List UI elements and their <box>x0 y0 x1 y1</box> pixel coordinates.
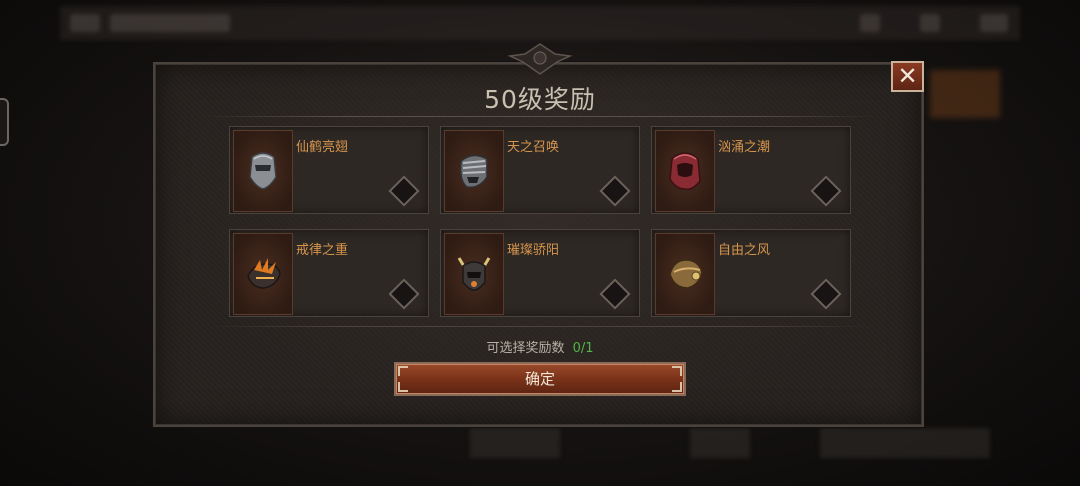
corner-ornament <box>672 366 682 376</box>
reward-card[interactable]: 自由之风 <box>651 229 851 317</box>
reward-card[interactable]: 戒律之重 <box>229 229 429 317</box>
close-icon: ✕ <box>897 62 918 90</box>
select-checkbox[interactable] <box>599 278 631 310</box>
reward-icon-frame <box>655 233 715 315</box>
select-checkbox[interactable] <box>388 278 420 310</box>
reward-icon-frame <box>444 233 504 315</box>
selectable-label: 可选择奖励数 <box>486 341 565 356</box>
title-divider <box>200 116 880 117</box>
close-button[interactable]: ✕ <box>891 61 924 92</box>
reward-card[interactable]: 璀璨骄阳 <box>440 229 640 317</box>
selectable-count-row: 可选择奖励数 0/1 <box>0 337 1080 356</box>
selectable-count: 0/1 <box>572 341 594 356</box>
select-checkbox[interactable] <box>810 175 842 207</box>
content-divider <box>205 326 875 327</box>
reward-card[interactable]: 天之召唤 <box>440 126 640 214</box>
reward-name: 汹涌之潮 <box>718 140 771 155</box>
reward-icon-frame <box>233 233 293 315</box>
flame-gauntlet-icon <box>247 258 281 289</box>
reward-card[interactable]: 仙鹤亮翅 <box>229 126 429 214</box>
corner-ornament <box>398 382 408 392</box>
crimson-hood-icon <box>669 152 701 191</box>
select-checkbox[interactable] <box>599 175 631 207</box>
reward-name: 仙鹤亮翅 <box>296 140 349 155</box>
corner-ornament <box>398 366 408 376</box>
silver-helmet-icon <box>249 152 277 190</box>
background-bottom-item <box>470 428 560 458</box>
confirm-button[interactable]: 确定 <box>394 362 686 396</box>
background-bottom-item <box>690 428 750 458</box>
reward-name: 天之召唤 <box>507 140 560 155</box>
horned-helmet-icon <box>457 257 491 291</box>
reward-card[interactable]: 汹涌之潮 <box>651 126 851 214</box>
reward-icon-frame <box>233 130 293 212</box>
reward-icon-frame <box>655 130 715 212</box>
reward-icon-frame <box>444 130 504 212</box>
confirm-label: 确定 <box>524 370 555 388</box>
background-top-bar <box>60 6 1020 40</box>
crest-ornament-icon <box>507 43 573 75</box>
reward-name: 璀璨骄阳 <box>507 243 560 258</box>
corner-ornament <box>672 382 682 392</box>
reward-name: 自由之风 <box>718 243 771 258</box>
select-checkbox[interactable] <box>810 278 842 310</box>
select-checkbox[interactable] <box>388 175 420 207</box>
striped-helmet-icon <box>459 154 488 189</box>
bronze-helmet-icon <box>669 259 703 289</box>
reward-name: 戒律之重 <box>296 243 349 258</box>
background-bottom-item <box>820 428 990 458</box>
